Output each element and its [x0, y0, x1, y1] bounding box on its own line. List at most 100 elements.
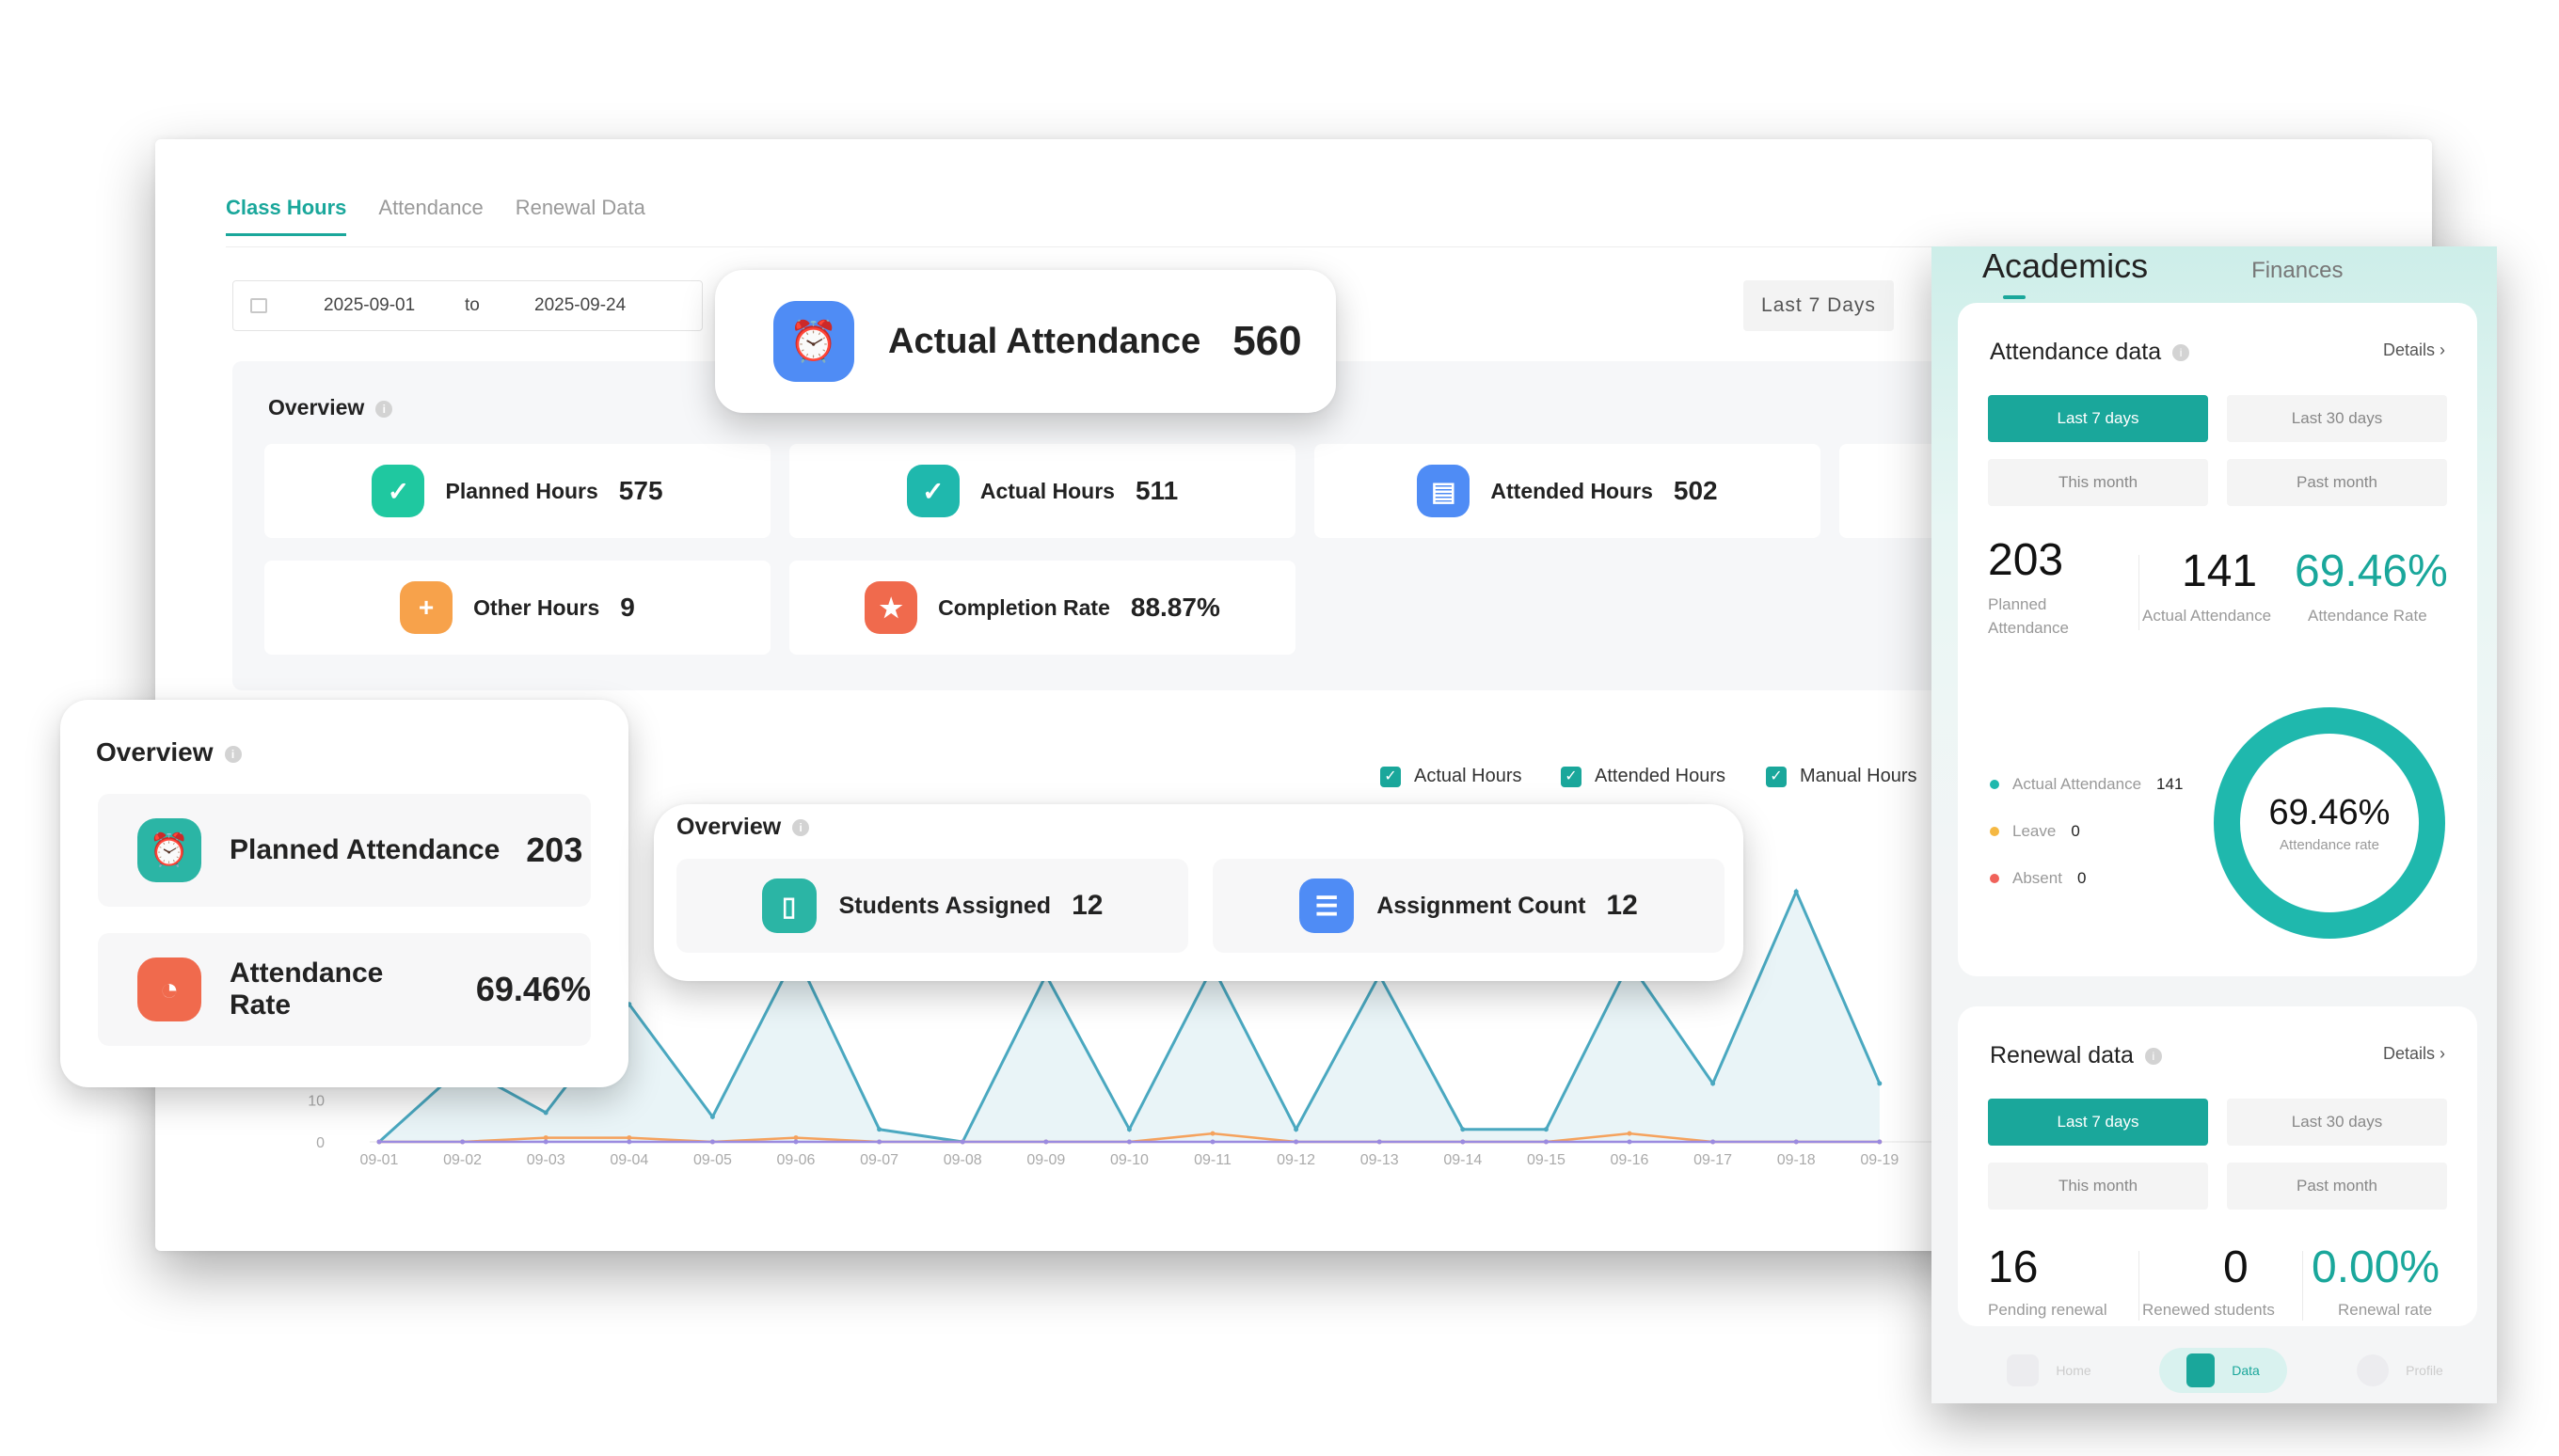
data-point [1543, 1127, 1549, 1132]
tabbar-label: Data [2232, 1363, 2260, 1378]
data-point [1543, 1139, 1549, 1145]
renewal-data-title: Renewal data i [1990, 1042, 2162, 1069]
x-tick-label: 09-12 [1277, 1152, 1315, 1168]
y-tick-label: 10 [308, 1094, 325, 1110]
attendance-rate-value: 69.46% [2295, 546, 2448, 596]
data-point [877, 1139, 882, 1145]
actual-attendance-card: ⏰ Actual Attendance 560 [715, 270, 1336, 413]
tabbar-profile[interactable]: Profile [2325, 1354, 2475, 1386]
x-tick-label: 09-05 [693, 1152, 732, 1168]
data-point [1294, 1127, 1299, 1132]
tab-finances[interactable]: Finances [2251, 258, 2343, 284]
data-point [376, 1139, 382, 1145]
home-icon [2007, 1354, 2040, 1386]
planned-attendance-caption: Planned Attendance [1988, 593, 2069, 640]
info-icon[interactable]: i [792, 819, 810, 837]
mobile-tab-bar: Home Data Profile [1931, 1337, 2497, 1403]
legend-value: 0 [2076, 869, 2087, 887]
donut-percent: 69.46% [2268, 793, 2391, 832]
red-dot-icon [1990, 874, 1999, 883]
info-icon[interactable]: i [2144, 1048, 2162, 1066]
donut-center: 69.46% Attendance rate [2240, 734, 2419, 912]
mobile-tabs: Academics Finances [1982, 246, 2343, 299]
alarm-clock-icon: ⏰ [773, 301, 854, 382]
x-tick-label: 09-13 [1360, 1152, 1399, 1168]
x-tick-label: 09-01 [360, 1152, 399, 1168]
attendance-rate-label: Attendance Rate [230, 957, 384, 1021]
legend-leave: Leave 0 [1990, 822, 2080, 841]
data-point [460, 1139, 466, 1145]
info-icon[interactable]: i [224, 745, 242, 763]
segment-last-7-days[interactable]: Last 7 days [1988, 395, 2208, 442]
data-point [1793, 1139, 1799, 1145]
planned-attendance-value: 203 [1988, 535, 2064, 585]
data-point [877, 1127, 882, 1132]
data-point [1793, 889, 1799, 894]
students-assigned-label: Students Assigned [838, 892, 1052, 919]
book-icon: ▯ [761, 878, 817, 933]
renewal-details-link[interactable]: Details › [2383, 1044, 2445, 1064]
x-tick-label: 09-11 [1194, 1152, 1232, 1168]
attendance-rate-caption: Attendance Rate [2308, 607, 2427, 625]
x-tick-label: 09-08 [944, 1152, 982, 1168]
tabbar-data[interactable]: Data [2159, 1348, 2287, 1393]
overview-card-title-text: Overview [96, 737, 214, 767]
data-point [543, 1110, 548, 1116]
data-point [709, 1114, 715, 1119]
tab-academics[interactable]: Academics [1982, 246, 2148, 299]
tabbar-label: Profile [2406, 1363, 2443, 1378]
legend-label: Leave [2012, 822, 2057, 840]
segment-last-30-days[interactable]: Last 30 days [2227, 1099, 2447, 1146]
x-tick-label: 09-09 [1026, 1152, 1065, 1168]
pending-renewal-value: 16 [1988, 1242, 2039, 1292]
pending-renewal-caption: Pending renewal [1988, 1301, 2107, 1319]
tabbar-label: Home [2056, 1363, 2091, 1378]
mobile-app-panel: Academics Finances Attendance data i Deta… [1931, 246, 2497, 1403]
profile-icon [2357, 1354, 2390, 1386]
data-point [1877, 1081, 1883, 1086]
data-point [1376, 1139, 1382, 1145]
teal-dot-icon [1990, 780, 1999, 789]
data-point [960, 1139, 965, 1145]
data-point [1460, 1139, 1466, 1145]
actual-attendance-label: Actual Attendance [888, 321, 1201, 361]
data-point [1210, 1139, 1216, 1145]
alarm-clock-icon: ⏰ [137, 818, 201, 882]
segment-past-month[interactable]: Past month [2227, 459, 2447, 506]
data-point [1627, 1139, 1632, 1145]
segment-this-month[interactable]: This month [1988, 1163, 2208, 1210]
actual-attendance-value: 141 [2182, 546, 2258, 596]
segment-this-month[interactable]: This month [1988, 459, 2208, 506]
renewal-rate-caption: Renewal rate [2338, 1301, 2433, 1319]
assignment-count-value: 12 [1606, 890, 1638, 921]
x-tick-label: 09-14 [1443, 1152, 1482, 1168]
legend-absent: Absent 0 [1990, 869, 2086, 888]
segment-past-month[interactable]: Past month [2227, 1163, 2447, 1210]
attendance-details-link[interactable]: Details › [2383, 340, 2445, 360]
attendance-data-card: Attendance data i Details › Last 7 days L… [1958, 303, 2477, 976]
data-point [793, 1135, 799, 1141]
data-point [793, 1139, 799, 1145]
planned-caption-line2: Attendance [1988, 619, 2070, 637]
segment-last-30-days[interactable]: Last 30 days [2227, 395, 2447, 442]
x-tick-label: 09-06 [777, 1152, 816, 1168]
pie-chart-icon: ◔ [137, 957, 201, 1021]
data-point [1710, 1139, 1716, 1145]
tabbar-home[interactable]: Home [1969, 1354, 2129, 1386]
y-tick-label: 0 [316, 1135, 325, 1151]
attendance-rate-value: 69.46% [475, 970, 591, 1008]
info-icon[interactable]: i [2172, 344, 2190, 362]
planned-attendance-row: ⏰ Planned Attendance 203 [98, 794, 591, 907]
students-assigned-value: 12 [1072, 890, 1104, 921]
overview-card-title: Overview i [96, 737, 242, 768]
list-icon: ☰ [1299, 878, 1355, 933]
students-assigned-row: ▯ Students Assigned 12 [676, 859, 1188, 953]
details-text: Details [2382, 1044, 2435, 1063]
planned-attendance-value: 203 [526, 831, 583, 869]
planned-attendance-label: Planned Attendance [230, 834, 501, 865]
stat-divider [2138, 1251, 2139, 1321]
legend-value: 141 [2156, 775, 2184, 793]
renewed-students-caption: Renewed students [2142, 1301, 2275, 1319]
segment-last-7-days[interactable]: Last 7 days [1988, 1099, 2208, 1146]
x-tick-label: 09-15 [1527, 1152, 1566, 1168]
